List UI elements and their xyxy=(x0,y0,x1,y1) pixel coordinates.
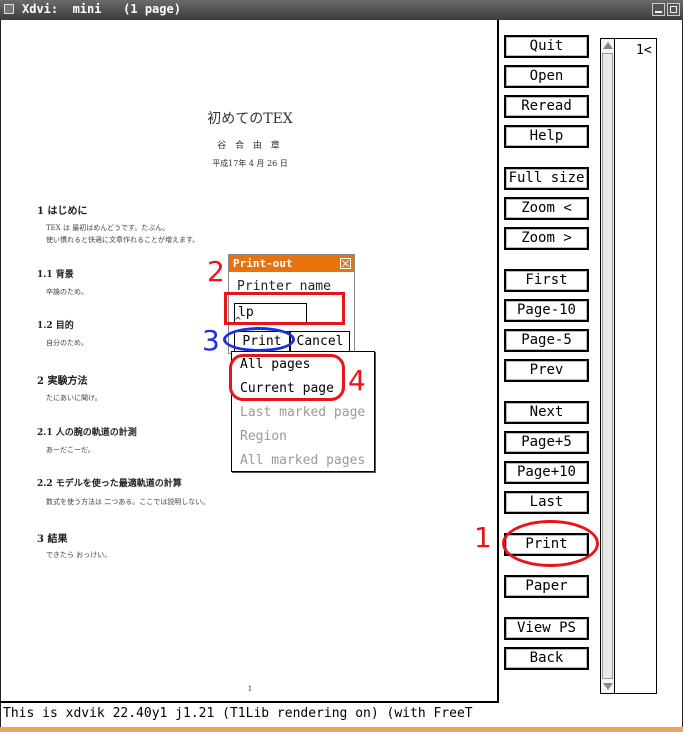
printer-name-input[interactable]: lp xyxy=(234,303,307,323)
view-ps-button[interactable]: View PS xyxy=(504,617,589,640)
open-button[interactable]: Open xyxy=(504,65,589,88)
title-bar[interactable]: Xdvi: mini (1 page) xyxy=(0,0,683,20)
status-line: This is xdvik 22.40y1 j1.21 (T1Lib rende… xyxy=(3,706,473,721)
printer-name-label: Printer name xyxy=(237,279,331,294)
section-text: あーだこーだ。 xyxy=(46,446,95,454)
annotation-number-3: 3 xyxy=(202,324,220,357)
page-list-scrollbar[interactable] xyxy=(601,39,615,693)
document-title: 初めてのTEX xyxy=(207,111,293,127)
page-plus-5-button[interactable]: Page+5 xyxy=(504,431,589,454)
page-list[interactable]: 1< xyxy=(600,38,657,694)
section-text: 自分のため。 xyxy=(46,339,88,347)
menu-item-all-pages[interactable]: All pages xyxy=(240,357,310,372)
menu-item-all-marked-pages: All marked pages xyxy=(240,453,366,468)
page-minus-10-button[interactable]: Page-10 xyxy=(504,299,589,322)
menu-item-region: Region xyxy=(240,429,287,444)
zoom-out-button[interactable]: Zoom < xyxy=(504,197,589,220)
dialog-close-icon[interactable] xyxy=(340,258,351,269)
minimize-button[interactable] xyxy=(652,3,665,16)
section-text: 卒論のため。 xyxy=(46,288,88,296)
section-heading: 2.1 人の腕の軌道の計測 xyxy=(37,428,137,438)
menu-item-last-marked-page: Last marked page xyxy=(240,405,366,420)
annotation-number-2: 2 xyxy=(207,255,225,288)
reread-button[interactable]: Reread xyxy=(504,95,589,118)
maximize-icon xyxy=(670,6,677,13)
page-number: 1 xyxy=(247,685,253,693)
full-size-button[interactable]: Full size xyxy=(504,167,589,190)
print-out-dialog: Print-out Printer name lp ^ Print Cancel xyxy=(228,254,355,354)
section-heading: 3 結果 xyxy=(37,534,68,545)
text-caret-icon: ^ xyxy=(235,316,242,327)
minimize-icon xyxy=(655,6,662,13)
window-menu-icon[interactable] xyxy=(4,4,14,14)
dialog-title-bar[interactable]: Print-out xyxy=(229,255,354,272)
annotation-number-1: 1 xyxy=(474,521,492,554)
prev-page-button[interactable]: Prev xyxy=(504,359,589,382)
document-date: 平成17年 4 月 26 日 xyxy=(212,159,288,168)
section-heading: 1.1 背景 xyxy=(37,270,74,280)
bottom-strip xyxy=(0,727,683,732)
dialog-title: Print-out xyxy=(233,257,293,270)
maximize-button[interactable] xyxy=(667,3,680,16)
print-button[interactable]: Print xyxy=(504,533,589,556)
section-heading: 1.2 目的 xyxy=(37,321,74,331)
first-page-button[interactable]: First xyxy=(504,269,589,292)
section-text: できたら おっけい。 xyxy=(46,551,112,559)
section-text: TEX は 最初はめんどうです。たぶん。 xyxy=(46,224,170,232)
menu-item-current-page[interactable]: Current page xyxy=(240,381,334,396)
section-heading: 2.2 モデルを使った最適軌道の計算 xyxy=(37,479,182,489)
section-text: たにあいに聞け。 xyxy=(46,394,102,402)
section-text: 使い慣れると快適に文章作れることが増えます。 xyxy=(46,236,200,244)
section-text: 数式を使う方法は 二つある。ここでは説明しない。 xyxy=(46,498,210,506)
scrollbar-thumb[interactable] xyxy=(602,53,613,679)
section-heading: 2 実験方法 xyxy=(37,376,88,387)
help-button[interactable]: Help xyxy=(504,125,589,148)
page-list-item[interactable]: 1< xyxy=(636,43,652,58)
zoom-in-button[interactable]: Zoom > xyxy=(504,227,589,250)
scroll-down-arrow-icon[interactable] xyxy=(603,683,613,690)
paper-button[interactable]: Paper xyxy=(504,575,589,598)
page-plus-10-button[interactable]: Page+10 xyxy=(504,461,589,484)
scroll-up-arrow-icon[interactable] xyxy=(603,42,613,49)
back-button[interactable]: Back xyxy=(504,647,589,670)
dialog-cancel-button[interactable]: Cancel xyxy=(290,331,350,352)
quit-button[interactable]: Quit xyxy=(504,35,589,58)
section-heading: 1 はじめに xyxy=(37,206,88,217)
annotation-number-4: 4 xyxy=(348,364,366,397)
last-page-button[interactable]: Last xyxy=(504,491,589,514)
dialog-print-button[interactable]: Print xyxy=(234,331,290,352)
next-page-button[interactable]: Next xyxy=(504,401,589,424)
page-minus-5-button[interactable]: Page-5 xyxy=(504,329,589,352)
document-author: 谷 合 由 章 xyxy=(217,141,283,151)
window-title: Xdvi: mini (1 page) xyxy=(22,2,181,16)
